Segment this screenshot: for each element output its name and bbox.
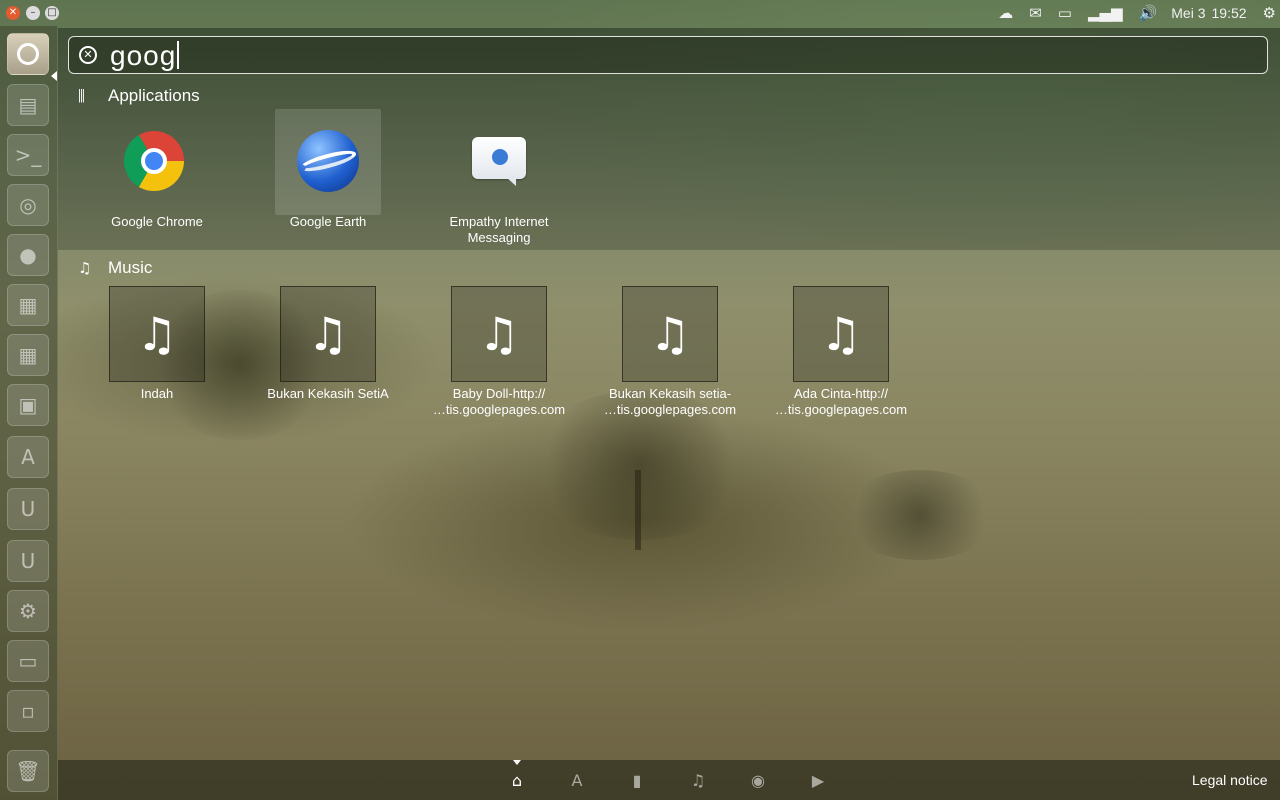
battery-icon[interactable]: ▭ bbox=[1058, 4, 1072, 22]
music-category-icon: ♫ bbox=[78, 259, 92, 277]
music-result-label[interactable]: Bukan Kekasih setia- …tis.googlepages.co… bbox=[590, 386, 750, 418]
launcher-active-pip bbox=[51, 71, 57, 81]
launcher: ▤ >_ ◎ ● ▦ ▦ ▣ A U U ⚙ ▭ ▫ 🗑 bbox=[0, 26, 58, 800]
empathy-icon bbox=[472, 137, 526, 186]
mail-icon[interactable]: ✉ bbox=[1029, 4, 1042, 22]
app-result-label[interactable]: Google Earth bbox=[253, 214, 403, 230]
photos-lens-icon[interactable]: ◉ bbox=[749, 772, 767, 790]
top-panel: ✕ – □ ☁ ✉ ▭ ▂▄▆ 🔊 Mei 3 19:52 ⚙ bbox=[0, 0, 1280, 26]
terminal-icon[interactable]: >_ bbox=[7, 134, 49, 176]
clock-day[interactable]: Mei 3 bbox=[1171, 5, 1205, 21]
video-lens-icon[interactable]: ▶ bbox=[809, 772, 827, 790]
dash-search-box[interactable]: ✕ goog bbox=[68, 36, 1268, 74]
ubuntu-one-music-icon[interactable]: U bbox=[7, 540, 49, 582]
software-center-icon[interactable]: A bbox=[7, 436, 49, 478]
music-result-subtitle: …tis.googlepages.com bbox=[432, 402, 566, 417]
applications-category-title: Applications bbox=[108, 86, 200, 105]
music-result-tile[interactable]: ♫ bbox=[793, 286, 889, 382]
music-result-subtitle: …tis.googlepages.com bbox=[774, 402, 908, 417]
google-chrome-icon bbox=[124, 131, 184, 191]
system-settings-icon[interactable]: ⚙ bbox=[7, 590, 49, 632]
libreoffice-calc-icon[interactable]: ▦ bbox=[7, 334, 49, 376]
legal-notice-link[interactable]: Legal notice bbox=[1192, 772, 1268, 788]
music-note-icon: ♫ bbox=[136, 307, 178, 361]
workspace-icon[interactable]: ▭ bbox=[7, 640, 49, 682]
ubuntu-logo-icon bbox=[17, 43, 39, 65]
search-input[interactable]: goog bbox=[110, 40, 180, 72]
ubuntu-one-icon[interactable]: U bbox=[7, 488, 49, 530]
music-note-icon: ♫ bbox=[478, 307, 520, 361]
google-earth-icon bbox=[297, 130, 359, 192]
libreoffice-impress-icon[interactable]: ▣ bbox=[7, 384, 49, 426]
music-lens-icon[interactable]: ♫ bbox=[689, 772, 707, 790]
app-result-google-earth[interactable] bbox=[275, 109, 381, 215]
cloud-icon[interactable]: ☁ bbox=[998, 4, 1013, 22]
disk-icon[interactable]: ◎ bbox=[7, 184, 49, 226]
music-result-title: Ada Cinta-http:// bbox=[794, 386, 888, 401]
music-result-tile[interactable]: ♫ bbox=[109, 286, 205, 382]
music-result-tile[interactable]: ♫ bbox=[451, 286, 547, 382]
music-result-label[interactable]: Baby Doll-http:// …tis.googlepages.com bbox=[419, 386, 579, 418]
music-result-label[interactable]: Bukan Kekasih SetiA bbox=[248, 386, 408, 402]
music-note-icon: ♫ bbox=[307, 307, 349, 361]
window-close-button[interactable]: ✕ bbox=[6, 6, 20, 20]
firefox-icon[interactable]: ● bbox=[7, 234, 49, 276]
search-clear-icon[interactable]: ✕ bbox=[79, 46, 97, 64]
music-note-icon: ♫ bbox=[649, 307, 691, 361]
home-lens-icon[interactable]: ⌂ bbox=[508, 772, 526, 790]
workspace-switcher-icon[interactable]: ▫ bbox=[7, 690, 49, 732]
music-category-header: ♫ Music bbox=[78, 258, 152, 278]
text-caret bbox=[177, 41, 180, 69]
app-result-label[interactable]: Empathy Internet Messaging bbox=[424, 214, 574, 246]
libreoffice-writer-icon[interactable]: ▦ bbox=[7, 284, 49, 326]
window-minimize-button[interactable]: – bbox=[26, 6, 40, 20]
files-lens-icon[interactable]: ▮ bbox=[628, 772, 646, 790]
files-icon[interactable]: ▤ bbox=[7, 84, 49, 126]
lens-bar bbox=[58, 760, 1280, 800]
indicator-area: ☁ ✉ ▭ ▂▄▆ 🔊 Mei 3 19:52 ⚙ bbox=[990, 0, 1280, 26]
music-category-title: Music bbox=[108, 258, 153, 277]
clock-time[interactable]: 19:52 bbox=[1212, 5, 1247, 21]
wallpaper-tree bbox=[840, 470, 1000, 560]
music-result-title: Baby Doll-http:// bbox=[452, 386, 546, 401]
music-result-title: Bukan Kekasih setia- bbox=[608, 386, 732, 401]
applications-category-header: ⫼ Applications bbox=[78, 86, 200, 106]
music-note-icon: ♫ bbox=[820, 307, 862, 361]
ubuntu-bfb-button[interactable] bbox=[7, 33, 49, 75]
music-result-title: Bukan Kekasih SetiA bbox=[267, 386, 389, 401]
music-result-subtitle: …tis.googlepages.com bbox=[603, 402, 737, 417]
music-result-label[interactable]: Ada Cinta-http:// …tis.googlepages.com bbox=[761, 386, 921, 418]
volume-icon[interactable]: 🔊 bbox=[1139, 4, 1158, 22]
trash-icon[interactable]: 🗑 bbox=[7, 750, 49, 792]
applications-lens-icon[interactable]: A bbox=[568, 772, 586, 790]
search-query: goog bbox=[110, 40, 177, 71]
music-result-label[interactable]: Indah bbox=[77, 386, 237, 402]
app-result-empathy[interactable] bbox=[452, 109, 558, 215]
app-result-label[interactable]: Google Chrome bbox=[82, 214, 232, 230]
app-result-google-chrome[interactable] bbox=[104, 109, 210, 215]
window-maximize-button[interactable]: □ bbox=[45, 6, 59, 20]
network-signal-icon[interactable]: ▂▄▆ bbox=[1088, 4, 1123, 22]
music-result-title: Indah bbox=[140, 386, 174, 401]
music-result-tile[interactable]: ♫ bbox=[280, 286, 376, 382]
applications-category-icon: ⫼ bbox=[78, 87, 85, 105]
music-result-tile[interactable]: ♫ bbox=[622, 286, 718, 382]
session-gear-icon[interactable]: ⚙ bbox=[1263, 4, 1276, 22]
active-lens-pip bbox=[513, 760, 521, 765]
wallpaper-tree-trunk bbox=[635, 470, 641, 550]
